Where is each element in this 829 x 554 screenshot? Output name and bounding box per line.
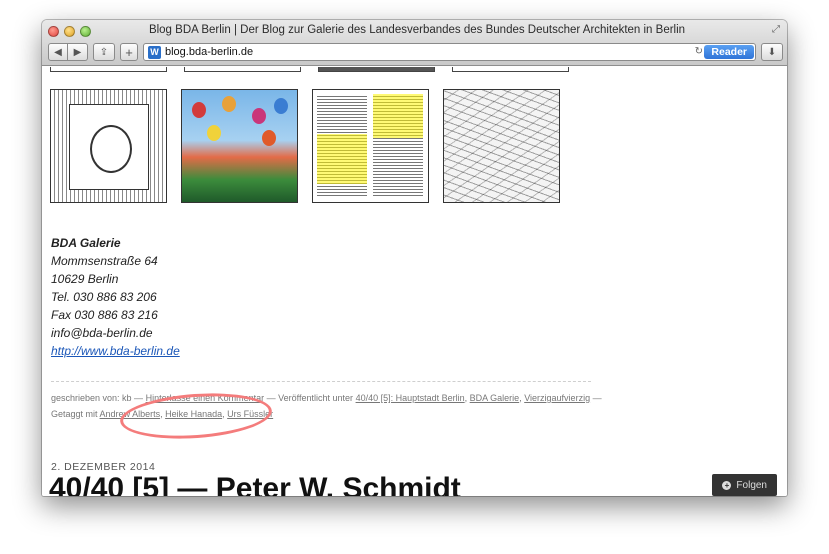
contact-fax: Fax 030 886 83 216 [51, 308, 158, 322]
browser-chrome: Blog BDA Berlin | Der Blog zur Galerie d… [42, 20, 787, 66]
contact-website-link[interactable]: http://www.bda-berlin.de [51, 342, 180, 360]
site-favicon-icon: W [148, 45, 161, 59]
back-button[interactable]: ◀ [48, 43, 68, 61]
highlight-block [373, 94, 423, 138]
balloon-shape [192, 102, 206, 118]
page-content: BDA Galerie Mommsenstraße 64 10629 Berli… [42, 67, 787, 496]
download-icon: ⬇ [767, 46, 777, 58]
window-title: Blog BDA Berlin | Der Blog zur Galerie d… [148, 24, 686, 36]
minimize-window-button[interactable] [64, 26, 75, 37]
zoom-window-button[interactable] [80, 26, 91, 37]
category-link[interactable]: BDA Galerie [470, 393, 520, 403]
browser-window: Blog BDA Berlin | Der Blog zur Galerie d… [42, 20, 787, 496]
gallery-image-collage[interactable] [181, 89, 298, 203]
category-link[interactable]: 40/40 [5]: Hauptstadt Berlin [356, 393, 465, 403]
share-icon: ⇪ [99, 46, 109, 58]
plus-icon: + [722, 480, 732, 490]
balloon-shape [207, 125, 221, 141]
contact-block: BDA Galerie Mommsenstraße 64 10629 Berli… [51, 234, 180, 360]
balloon-shape [274, 98, 288, 114]
previous-thumbnail-row [50, 67, 569, 72]
thumbnail-fragment[interactable] [50, 67, 167, 72]
url-text[interactable]: blog.bda-berlin.de [165, 46, 253, 58]
thumbnail-fragment[interactable] [452, 67, 569, 72]
downloads-button[interactable]: ⬇ [761, 43, 783, 61]
fullscreen-icon[interactable]: ⤢ [772, 24, 780, 35]
browser-toolbar: ◀ ▶ ⇪ + W blog.bda-berlin.de ↻ Reader ⬇ [48, 42, 783, 62]
balloon-shape [222, 96, 236, 112]
contact-city: 10629 Berlin [51, 272, 119, 286]
thumbnail-fragment[interactable] [318, 67, 435, 72]
forward-button[interactable]: ▶ [68, 43, 88, 61]
post-title[interactable]: 40/40 [5] — Peter W. Schmidt [49, 472, 461, 496]
contact-street: Mommsenstraße 64 [51, 254, 158, 268]
follow-button[interactable]: + Folgen [712, 474, 777, 496]
follow-label: Folgen [736, 479, 767, 491]
gallery-image-sketch[interactable] [443, 89, 560, 203]
tagged-text: Getaggt mit [51, 409, 98, 419]
new-tab-button[interactable]: + [120, 43, 138, 61]
reader-button[interactable]: Reader [704, 45, 754, 59]
balloon-shape [262, 130, 276, 146]
published-text: — Veröffentlicht unter [266, 393, 354, 403]
share-button[interactable]: ⇪ [93, 43, 115, 61]
gallery-image-text-page[interactable] [312, 89, 429, 203]
window-controls [48, 26, 91, 37]
highlight-block [317, 134, 367, 184]
reload-icon[interactable]: ↻ [695, 46, 703, 57]
balloon-shape [252, 108, 266, 124]
contact-tel: Tel. 030 886 83 206 [51, 290, 157, 304]
gallery-image-drawing[interactable] [50, 89, 167, 203]
written-by-text: geschrieben von: kb — [51, 393, 144, 403]
address-bar[interactable]: W blog.bda-berlin.de ↻ Reader [143, 43, 756, 61]
contact-name: BDA Galerie [51, 236, 121, 250]
close-window-button[interactable] [48, 26, 59, 37]
drawing-detail [69, 104, 149, 190]
contact-email: info@bda-berlin.de [51, 326, 153, 340]
post-separator [51, 381, 591, 382]
thumbnail-fragment[interactable] [184, 67, 301, 72]
gallery-thumbnails [50, 89, 560, 203]
nav-buttons: ◀ ▶ [48, 43, 88, 61]
category-link[interactable]: Vierzigaufvierzig [524, 393, 590, 403]
